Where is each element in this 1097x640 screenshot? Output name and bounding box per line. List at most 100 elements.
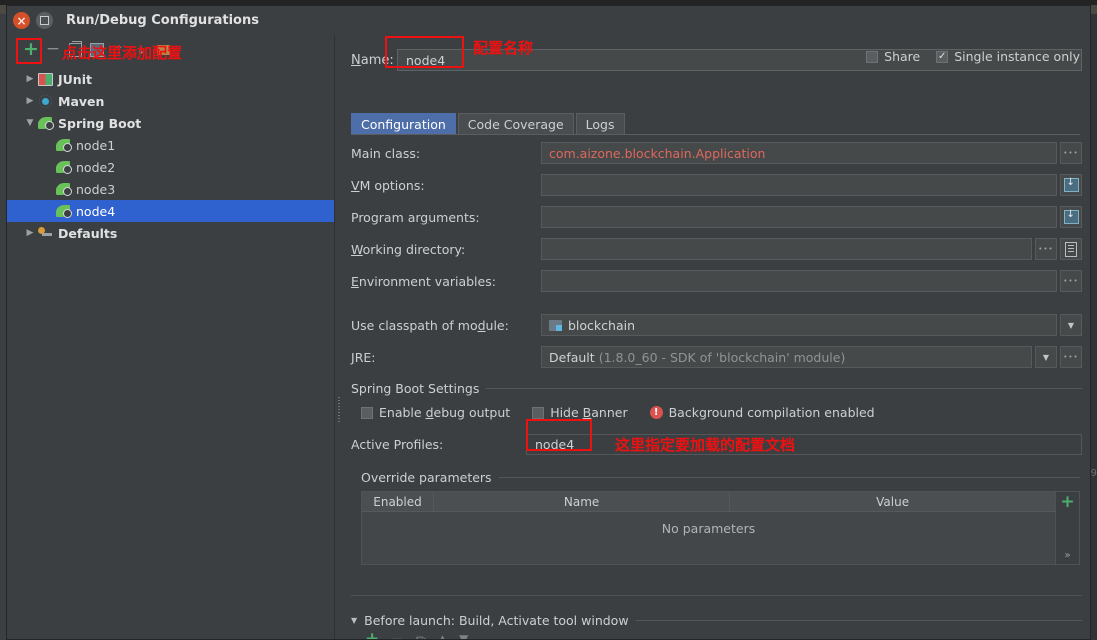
remove-task-button[interactable]: − [391, 631, 404, 639]
tree-node-maven[interactable]: Maven [7, 90, 334, 112]
module-icon [549, 319, 562, 331]
program-arguments-expand-button[interactable] [1060, 206, 1082, 228]
environment-variables-row: Environment variables: [351, 269, 1082, 293]
checkbox-box [361, 406, 373, 419]
close-icon[interactable] [13, 12, 30, 29]
environment-variables-input[interactable] [541, 270, 1057, 292]
more-options-button[interactable]: » [1064, 550, 1070, 561]
move-task-up-button[interactable]: ▲ [438, 632, 447, 639]
tab-configuration[interactable]: Configuration [351, 113, 456, 134]
add-task-button[interactable]: + [365, 630, 379, 639]
tree-node-defaults[interactable]: Defaults [7, 222, 334, 244]
main-class-browse-button[interactable] [1060, 142, 1082, 164]
override-parameters-title: Override parameters [361, 470, 492, 485]
tree-node-node4[interactable]: node4 [7, 200, 334, 222]
copy-icon [68, 40, 82, 57]
before-launch-section: ▼ Before launch: Build, Activate tool wi… [351, 613, 1082, 639]
tree-node-spring-boot[interactable]: Spring Boot [7, 112, 334, 134]
before-launch-header[interactable]: ▼ Before launch: Build, Activate tool wi… [351, 613, 1082, 628]
tree-node-label: node2 [76, 159, 116, 175]
expand-icon [1063, 209, 1079, 224]
name-label: Name: [351, 52, 394, 68]
defaults-icon [37, 225, 53, 241]
classpath-module-dropdown-arrow[interactable] [1060, 314, 1082, 336]
splitter-grip [338, 397, 340, 423]
tree-node-node3[interactable]: node3 [7, 178, 334, 200]
move-down-button[interactable]: ↓ [131, 40, 151, 60]
environment-variables-browse-button[interactable] [1060, 270, 1082, 292]
form-spacer [351, 301, 1082, 313]
copy-configuration-button[interactable] [65, 40, 85, 60]
expand-icon [1063, 177, 1079, 192]
checkbox-box [936, 50, 949, 63]
program-arguments-row: Program arguments: [351, 205, 1082, 229]
chevron-down-icon[interactable]: ▼ [351, 616, 357, 625]
working-directory-browse-button[interactable] [1035, 238, 1057, 260]
add-configuration-button[interactable]: + [21, 40, 41, 60]
working-directory-row: Working directory: [351, 237, 1082, 261]
remove-configuration-button[interactable]: − [43, 40, 63, 60]
dialog-title: Run/Debug Configurations [66, 13, 259, 28]
classpath-module-value: blockchain [568, 317, 636, 333]
hide-banner-checkbox[interactable]: Hide Banner [532, 405, 628, 420]
panel-splitter[interactable] [335, 35, 343, 639]
move-task-down-button[interactable]: ▼ [459, 632, 468, 639]
column-header-enabled[interactable]: Enabled [362, 492, 434, 511]
section-divider [486, 388, 1082, 389]
spring-icon [55, 203, 72, 219]
tree-node-node1[interactable]: node1 [7, 134, 334, 156]
before-launch-title: Before launch: Build, Activate tool wind… [364, 613, 629, 628]
tree-node-label: node1 [76, 137, 116, 153]
spring-boot-settings-header: Spring Boot Settings [351, 381, 1082, 396]
save-configuration-button[interactable] [87, 40, 107, 60]
configuration-tabs: Configuration Code Coverage Logs [351, 113, 625, 134]
jre-dropdown-arrow[interactable] [1035, 346, 1057, 368]
configuration-form: Main class: com.aizone.blockchain.Applic… [351, 141, 1082, 565]
chevron-right-icon[interactable] [23, 96, 37, 106]
maven-icon [37, 93, 53, 109]
add-parameter-button[interactable]: + [1060, 494, 1074, 511]
chevron-right-icon[interactable] [23, 74, 37, 84]
checkbox-box [532, 406, 545, 419]
column-header-value[interactable]: Value [730, 492, 1055, 511]
single-instance-checkbox[interactable]: Single instance only [936, 49, 1080, 64]
pencil-icon[interactable]: ✎ [412, 630, 429, 639]
program-arguments-input[interactable] [541, 206, 1057, 228]
warning-icon: ! [649, 406, 663, 419]
vm-options-input[interactable] [541, 174, 1057, 196]
hide-banner-label: Hide Banner [550, 405, 628, 420]
working-directory-macro-button[interactable] [1060, 238, 1082, 260]
main-class-input[interactable]: com.aizone.blockchain.Application [541, 142, 1057, 164]
spring-icon [55, 181, 72, 197]
checkbox-box [866, 50, 879, 63]
environment-variables-label: Environment variables: [351, 273, 496, 289]
working-directory-input[interactable] [541, 238, 1032, 260]
tab-code-coverage[interactable]: Code Coverage [457, 113, 574, 134]
active-profiles-input[interactable]: node4 [526, 433, 1082, 455]
tab-logs[interactable]: Logs [575, 113, 625, 134]
tree-node-node2[interactable]: node2 [7, 156, 334, 178]
move-up-button[interactable]: ↑ [109, 40, 129, 60]
spring-icon [37, 115, 54, 131]
dialog-body: + − ↑ ↓ JUnit [7, 35, 1090, 639]
vm-options-row: VM options: [351, 173, 1082, 197]
tree-node-junit[interactable]: JUnit [7, 68, 334, 90]
vm-options-expand-button[interactable] [1060, 174, 1082, 196]
jre-browse-button[interactable] [1060, 346, 1082, 368]
new-folder-button[interactable] [153, 40, 173, 60]
chevron-right-icon[interactable] [23, 228, 37, 238]
single-instance-label: Single instance only [954, 49, 1080, 64]
share-checkbox[interactable]: Share [866, 49, 920, 64]
override-parameters-table: Enabled Name Value No parameters + » [361, 491, 1080, 565]
working-directory-label: Working directory: [351, 241, 466, 257]
column-header-name[interactable]: Name [434, 492, 731, 511]
main-class-row: Main class: com.aizone.blockchain.Applic… [351, 141, 1082, 165]
main-class-label: Main class: [351, 145, 421, 161]
jre-select[interactable]: Default (1.8.0_60 - SDK of 'blockchain' … [541, 346, 1032, 368]
enable-debug-output-checkbox[interactable]: Enable debug output [361, 405, 510, 420]
chevron-down-icon[interactable] [23, 118, 37, 128]
before-launch-toolbar: + − ✎ ▲ ▼ [351, 628, 1082, 639]
classpath-module-select[interactable]: blockchain [541, 314, 1057, 336]
section-divider [635, 620, 1082, 621]
maximize-icon[interactable] [36, 12, 53, 29]
